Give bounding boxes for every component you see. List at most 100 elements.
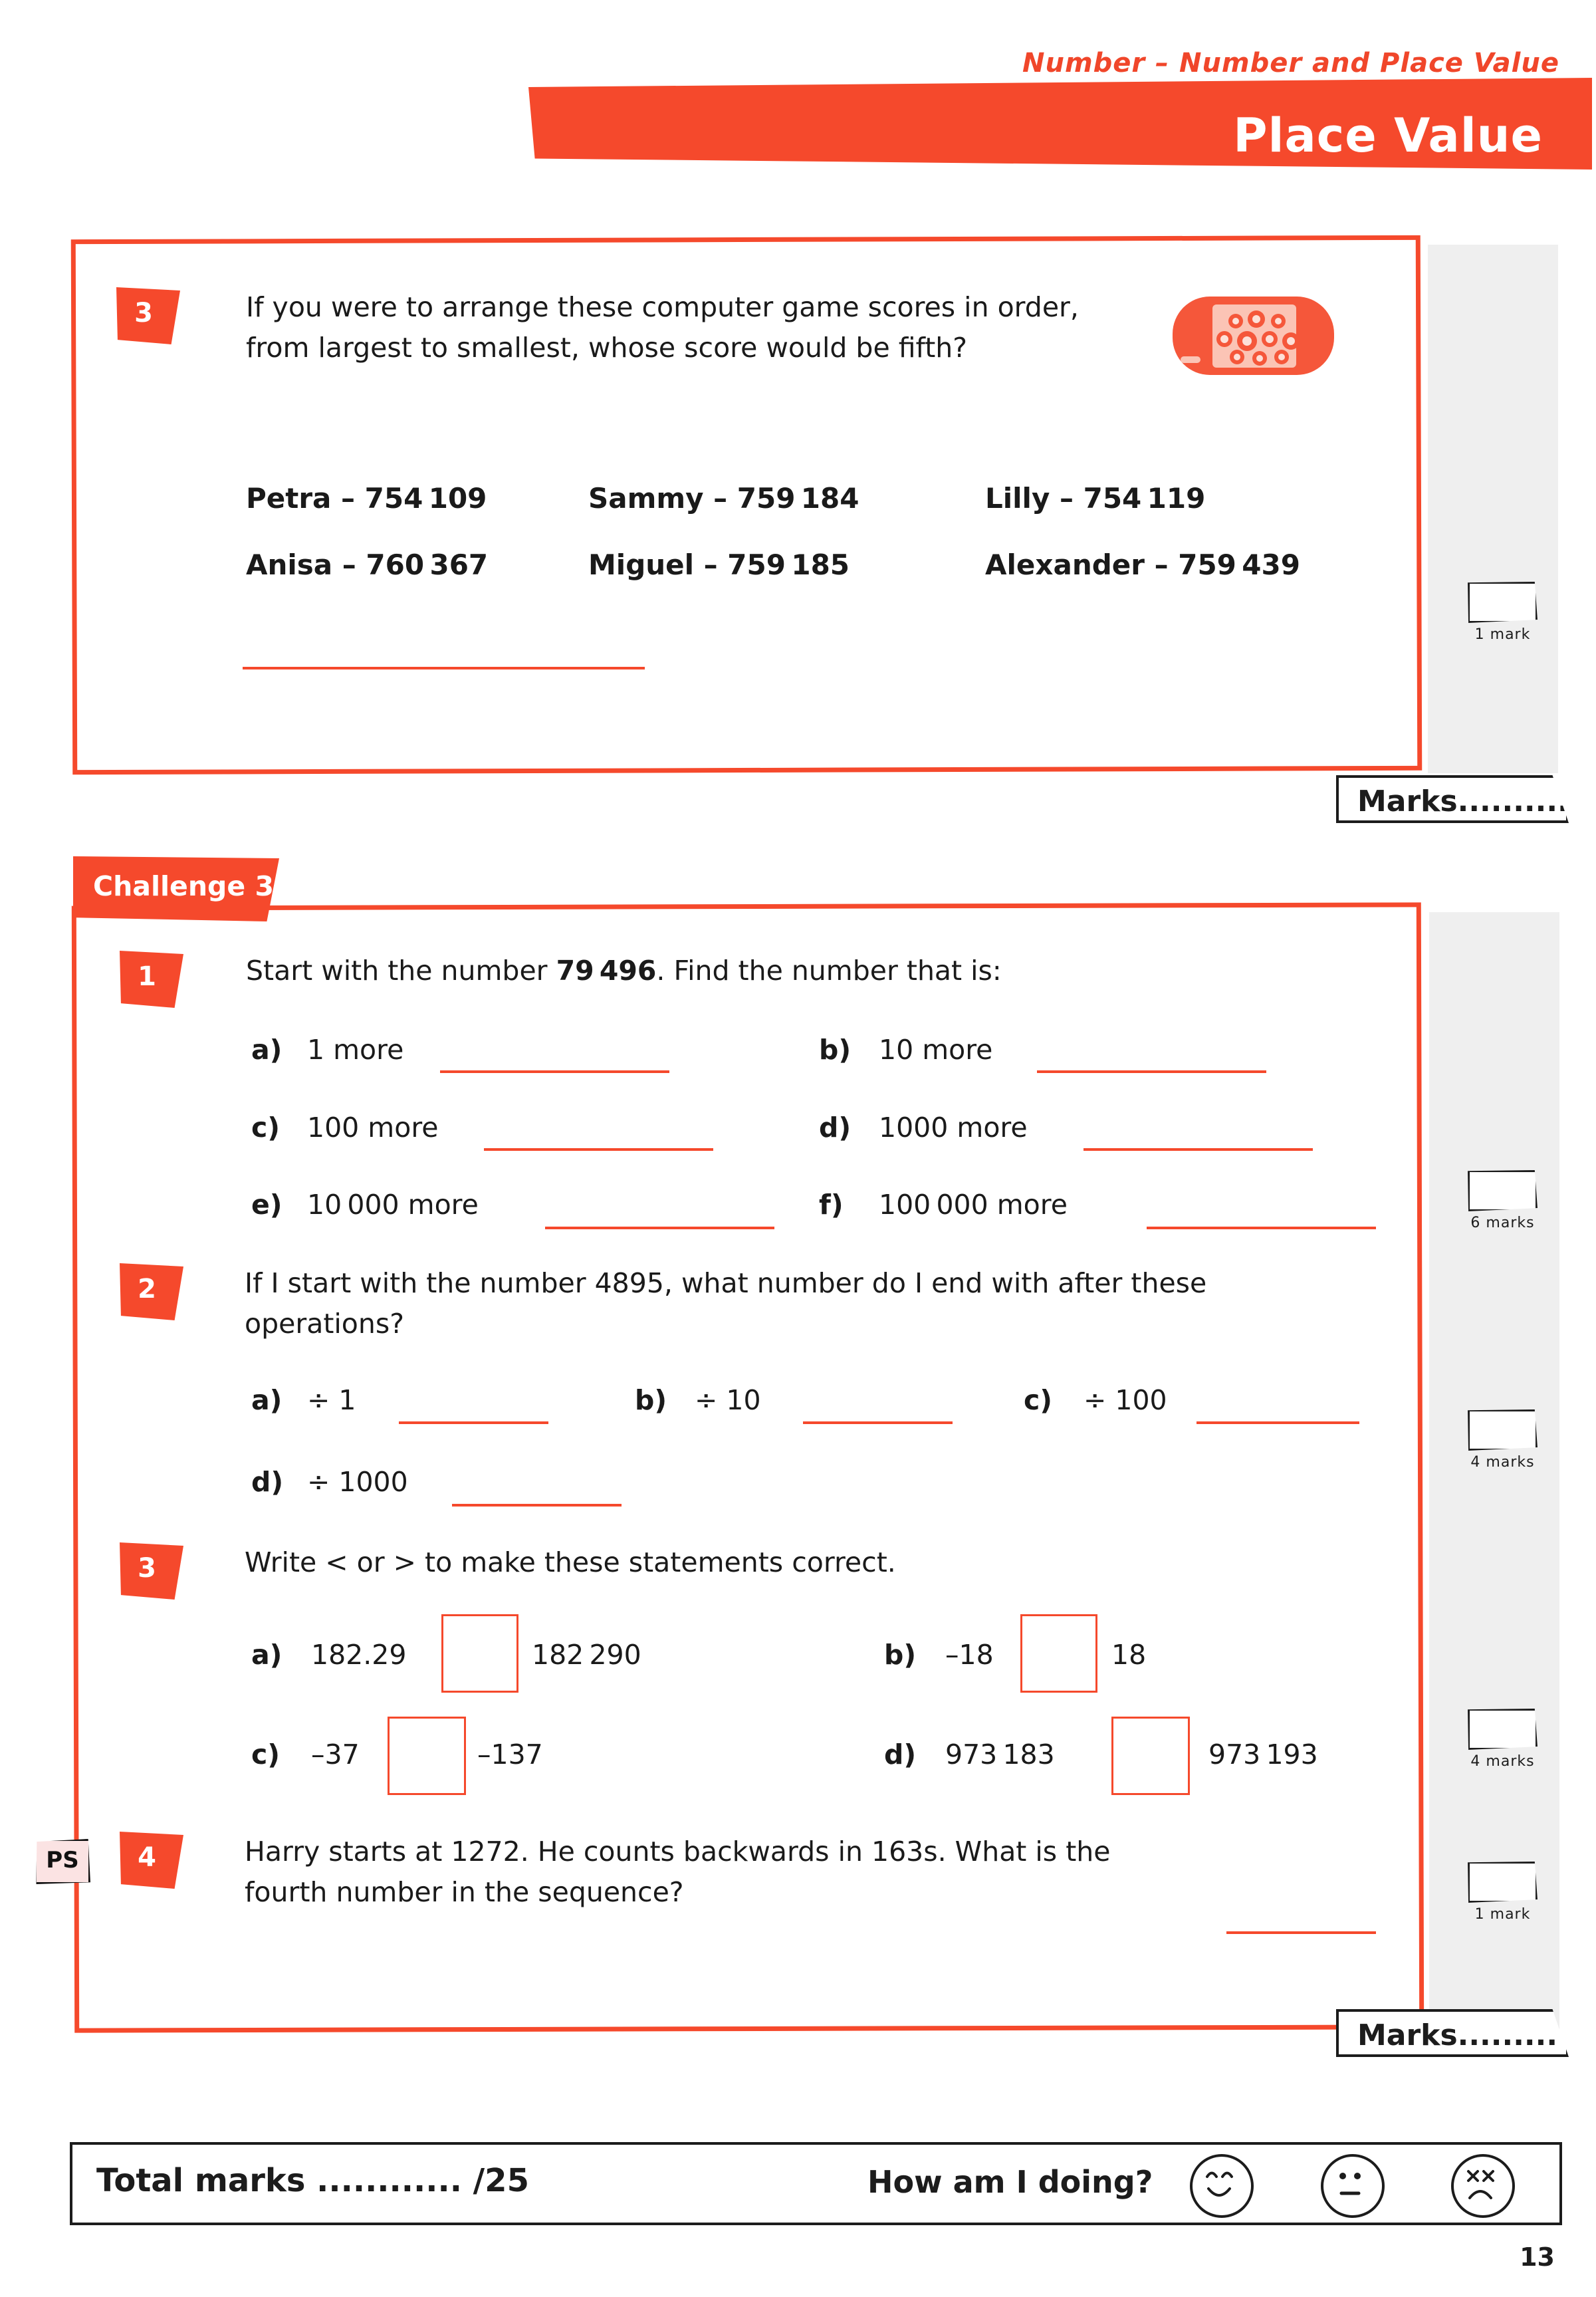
part-letter-q2c: c): [1024, 1384, 1053, 1416]
score-value: 759 185: [727, 548, 850, 581]
mark-box-shape: [1468, 1170, 1538, 1211]
part-letter-q3a: a): [251, 1639, 283, 1671]
score-name: Sammy: [588, 482, 704, 515]
ps-badge-label: PS: [46, 1847, 79, 1874]
part-right-q3d: 973 193: [1208, 1739, 1318, 1770]
answer-line-q2b[interactable]: [803, 1421, 953, 1424]
part-text-q2a: ÷ 1: [307, 1384, 356, 1416]
comparison-input-q3c[interactable]: [388, 1717, 466, 1795]
answer-line-q1d[interactable]: [1083, 1148, 1313, 1151]
mark-box-shape: [1468, 582, 1538, 623]
page-number: 13: [1520, 2242, 1555, 2272]
mark-box-shape: [1468, 1709, 1538, 1750]
score-name: Petra: [246, 482, 332, 515]
marks-tab-label: Marks.......... /6: [1357, 785, 1596, 818]
score-name: Lilly: [985, 482, 1050, 515]
mark-box-label: 4 marks: [1470, 1454, 1535, 1471]
score-value: 760 367: [366, 548, 489, 581]
sad-face-icon[interactable]: [1451, 2154, 1515, 2218]
question-number-flag-ch3-3: 3: [120, 1542, 183, 1600]
challenge-tab-label: Challenge 3: [93, 870, 275, 902]
part-right-q3b: 18: [1111, 1639, 1147, 1671]
part-letter-q2d: d): [251, 1466, 284, 1498]
score-value: 754 109: [364, 482, 487, 515]
answer-line-q1e[interactable]: [545, 1227, 774, 1229]
answer-line-q1f[interactable]: [1147, 1227, 1376, 1229]
challenge-tab: Challenge 3: [73, 856, 279, 921]
strand-heading: Number – Number and Place Value: [1022, 48, 1559, 78]
mark-box-q2: 4 marks: [1468, 1409, 1538, 1471]
mark-box-q3: 4 marks: [1468, 1709, 1538, 1770]
answer-line-q1a[interactable]: [440, 1070, 669, 1073]
part-text-q1c: 100 more: [307, 1112, 439, 1144]
question-ch3-2-prompt: If I start with the number 4895, what nu…: [245, 1267, 1207, 1340]
page-title: Place Value: [1233, 108, 1543, 163]
score-entry-lilly: Lilly – 754 119: [985, 482, 1206, 515]
score-entry-anisa: Anisa – 760 367: [246, 548, 489, 581]
part-text-q1a: 1 more: [307, 1034, 404, 1066]
score-entry-alexander: Alexander – 759 439: [985, 548, 1300, 581]
mark-box-1-mark-top: 1 mark: [1468, 582, 1538, 643]
marks-tab-label: Marks......... /15: [1357, 2018, 1596, 2052]
answer-line-q2d[interactable]: [452, 1504, 622, 1507]
part-letter-q3b: b): [884, 1639, 917, 1671]
question-3-prompt: If you were to arrange these computer ga…: [246, 291, 1079, 364]
answer-line-q1b[interactable]: [1037, 1070, 1266, 1073]
mark-box-shape: [1468, 1409, 1538, 1451]
mark-box-label: 1 mark: [1474, 626, 1531, 643]
neutral-face-icon[interactable]: [1321, 2154, 1385, 2218]
part-text-q2c: ÷ 100: [1083, 1384, 1167, 1416]
question-number-label: 2: [138, 1274, 156, 1304]
mark-box-shape: [1468, 1862, 1538, 1903]
question-number-flag-ch3-1: 1: [120, 951, 183, 1008]
comparison-input-q3b[interactable]: [1020, 1614, 1097, 1693]
part-letter-q1d: d): [819, 1112, 852, 1144]
comparison-input-q3d[interactable]: [1111, 1717, 1190, 1795]
part-left-q3a: 182.29: [311, 1639, 407, 1671]
part-letter-q2a: a): [251, 1384, 283, 1416]
part-text-q1d: 1000 more: [879, 1112, 1028, 1144]
question-number-label: 3: [134, 298, 153, 328]
score-name: Anisa: [246, 548, 333, 581]
part-letter-q1e: e): [251, 1189, 283, 1221]
question-ch3-3-prompt: Write < or > to make these statements co…: [245, 1546, 896, 1578]
part-left-q3c: –37: [311, 1739, 360, 1770]
game-console-icon: [1173, 297, 1334, 375]
happy-face-icon[interactable]: [1190, 2154, 1254, 2218]
part-left-q3b: –18: [945, 1639, 994, 1671]
part-text-q2b: ÷ 10: [695, 1384, 761, 1416]
part-text-q1f: 100 000 more: [879, 1189, 1068, 1221]
answer-line-q4[interactable]: [1226, 1931, 1376, 1934]
score-entry-miguel: Miguel – 759 185: [588, 548, 850, 581]
total-marks-label: Total marks ............ /25: [96, 2162, 529, 2199]
answer-line-q2a[interactable]: [399, 1421, 548, 1424]
mark-box-label: 1 mark: [1474, 1906, 1531, 1923]
score-entry-sammy: Sammy – 759 184: [588, 482, 859, 515]
answer-line-q2c[interactable]: [1197, 1421, 1359, 1424]
question-number-flag-ch3-2: 2: [120, 1263, 183, 1320]
part-letter-q1a: a): [251, 1034, 283, 1066]
question-number-flag-ch3-4: 4: [120, 1832, 183, 1889]
mark-column-strip-top: [1428, 245, 1558, 773]
part-text-q1b: 10 more: [879, 1034, 993, 1066]
part-letter-q2b: b): [635, 1384, 667, 1416]
part-left-q3d: 973 183: [945, 1739, 1055, 1770]
part-letter-q1c: c): [251, 1112, 281, 1144]
marks-tab-challenge3: Marks......... /15: [1336, 2009, 1569, 2057]
question-number-label: 3: [138, 1553, 156, 1584]
score-entry-petra: Petra – 754 109: [246, 482, 487, 515]
part-letter-q1b: b): [819, 1034, 852, 1066]
how-am-i-doing-label: How am I doing?: [867, 2164, 1153, 2200]
prompt-number: 79 496: [556, 955, 657, 987]
part-letter-q1f: f): [819, 1189, 844, 1221]
mark-box-label: 6 marks: [1470, 1215, 1535, 1231]
score-value: 754 119: [1083, 482, 1206, 515]
question-number-label: 1: [138, 961, 156, 992]
answer-line-q1c[interactable]: [484, 1148, 713, 1151]
mark-box-q1: 6 marks: [1468, 1170, 1538, 1231]
score-value: 759 439: [1178, 548, 1300, 581]
answer-line-q3-top[interactable]: [243, 667, 645, 669]
marks-tab-top: Marks.......... /6: [1336, 775, 1569, 823]
comparison-input-q3a[interactable]: [441, 1614, 518, 1693]
mark-box-q4: 1 mark: [1468, 1862, 1538, 1923]
